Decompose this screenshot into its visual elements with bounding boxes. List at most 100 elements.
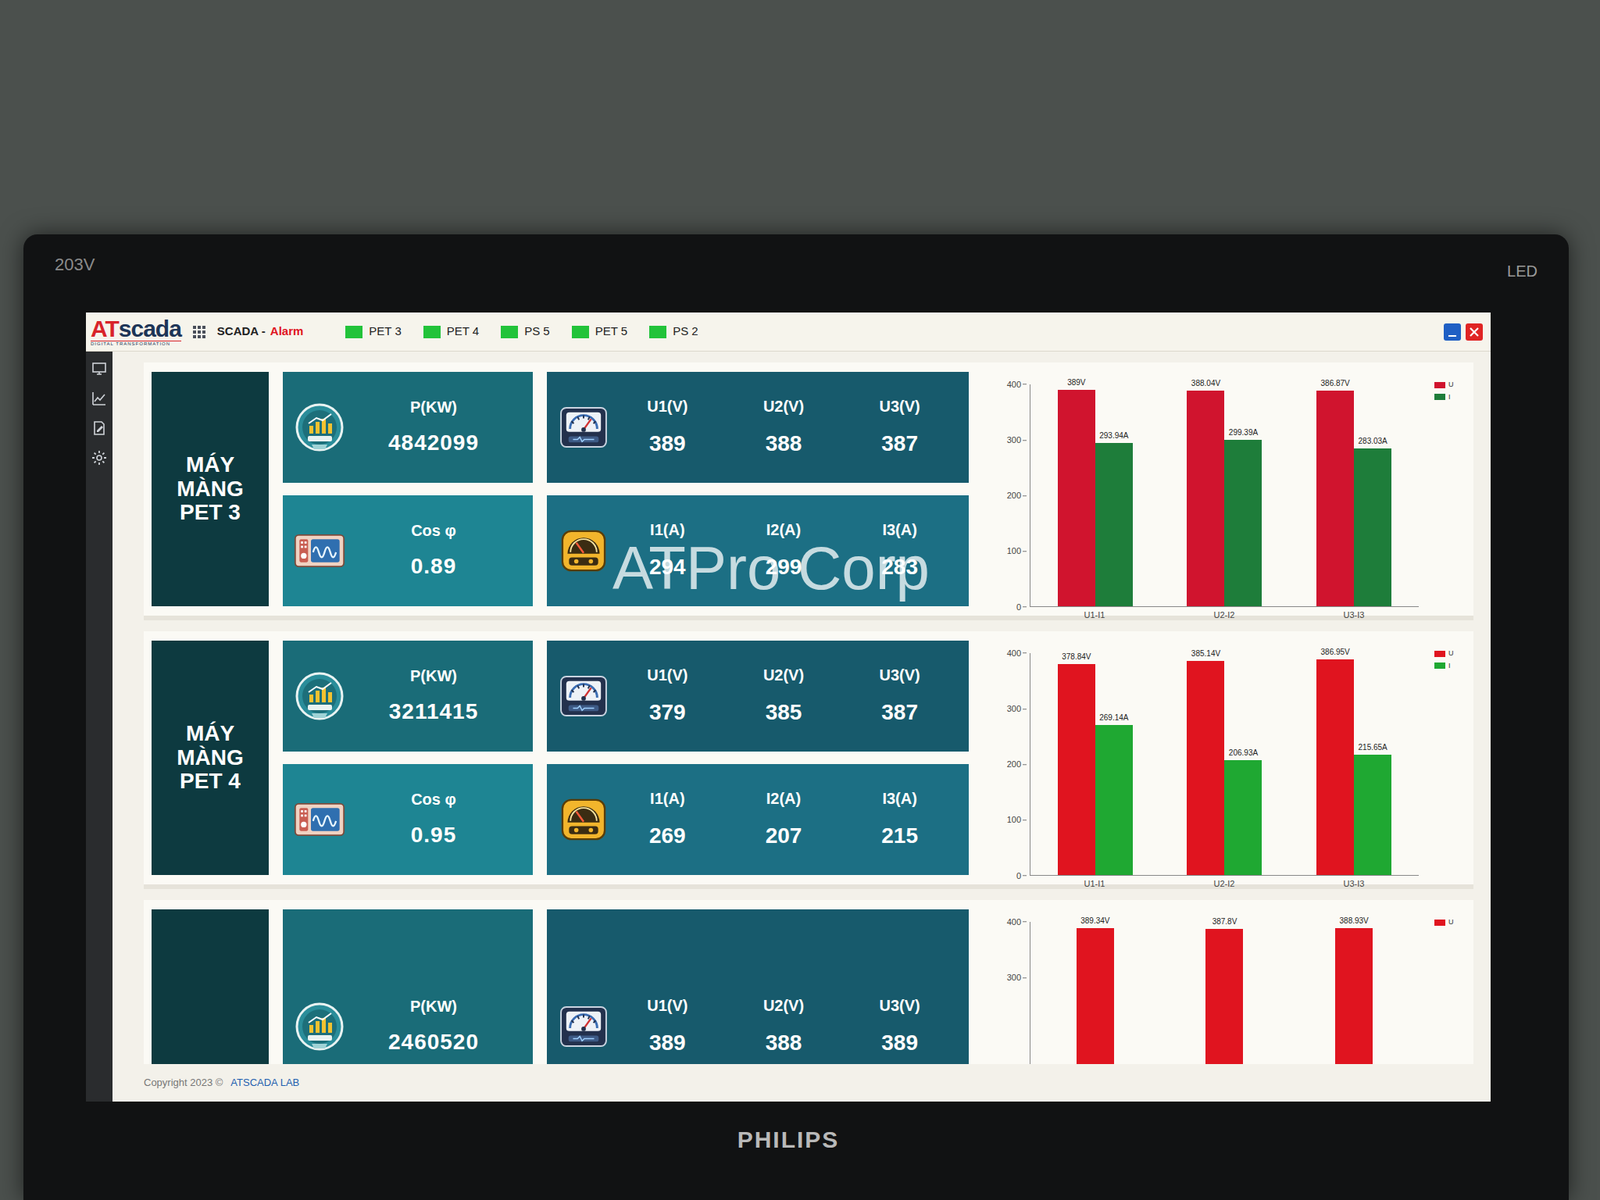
- phase-column-group: U1(V)389U2(V)388U3(V)387I1(A)294I2(A)299…: [546, 371, 969, 607]
- phase-value: 299: [765, 550, 803, 584]
- phase-values: I1(A)269I2(A)207I3(A)215: [609, 786, 958, 853]
- minimize-button[interactable]: [1443, 323, 1461, 341]
- phase-value: 388: [765, 1026, 803, 1060]
- power-column: P(KW)4842099Cos φ0.89: [282, 371, 533, 607]
- tab[interactable]: PET 4: [423, 322, 479, 341]
- plot-area: 389V293.94A 388.04V299.39A 386.87V283.03A: [1029, 384, 1419, 608]
- phase-value: 389: [649, 1026, 686, 1060]
- x-label: U3-I3: [1316, 877, 1392, 891]
- phase-values: U1(V)389U2(V)388U3(V)389: [609, 993, 958, 1060]
- voltmeter-icon: [557, 401, 610, 454]
- bar: 387.8V: [1205, 928, 1243, 1065]
- metric-label: Cos φ: [410, 518, 457, 543]
- legend-swatch: [1434, 662, 1446, 669]
- bar-value-label: 293.94A: [1099, 429, 1129, 442]
- tab[interactable]: PET 3: [345, 322, 401, 341]
- monitor-brand: PHILIPS: [737, 1121, 840, 1158]
- bar: 283.03A: [1353, 448, 1392, 607]
- screen: ATscadaDIGITAL TRANSFORMATIONSCADA -Alar…: [85, 312, 1491, 1102]
- sidebar-button[interactable]: [89, 389, 109, 408]
- tick-label: 300: [1007, 971, 1022, 985]
- phase-value: 385: [765, 696, 803, 729]
- tab[interactable]: PS 2: [649, 322, 699, 341]
- bar: 389.34V: [1076, 928, 1115, 1065]
- tab[interactable]: PS 5: [500, 322, 550, 341]
- phase-card: I1(A)294I2(A)299I3(A)283: [546, 495, 969, 607]
- scada-menu[interactable]: SCADA -: [217, 322, 266, 341]
- main: MÁY MÀNG PET 3P(KW)4842099Cos φ0.89U1(V)…: [112, 351, 1491, 1102]
- y-tick: 400: [1007, 646, 1027, 661]
- chart-icon: [91, 390, 108, 407]
- chart-body: 0100200300400378.84V269.14A385.14V206.93…: [998, 640, 1466, 876]
- phase-value: 389: [649, 427, 686, 461]
- metric-value: 3211415: [389, 695, 479, 729]
- wall: 203VLEDATscadaDIGITAL TRANSFORMATIONSCAD…: [0, 0, 1600, 1200]
- monitor-bezel: 203VLEDATscadaDIGITAL TRANSFORMATIONSCAD…: [23, 234, 1569, 1200]
- tab-label: PS 5: [524, 322, 550, 341]
- phase-label: U3(V): [879, 993, 921, 1018]
- legend-item: U: [1434, 379, 1454, 391]
- phase-values: I1(A)294I2(A)299I3(A)283: [609, 517, 958, 584]
- legend-label: I: [1448, 660, 1451, 672]
- y-tick: 200: [1007, 489, 1027, 503]
- phase-column: U1(V)389: [609, 394, 726, 461]
- metric-text: Cos φ0.89: [345, 518, 522, 583]
- power-column: P(KW)3211415Cos φ0.95: [282, 640, 533, 875]
- tick-mark: [1022, 439, 1027, 441]
- status-indicator: [649, 325, 667, 339]
- bar-group: 389V293.94A: [1057, 384, 1133, 607]
- y-tick: 300: [1007, 971, 1027, 985]
- metric-value: 2460520: [388, 1025, 479, 1059]
- sidebar-button[interactable]: [89, 448, 109, 468]
- bar-group: 387.8V: [1205, 921, 1243, 1065]
- phase-label: U2(V): [763, 663, 804, 687]
- bar: 215.65A: [1353, 754, 1392, 875]
- tab-label: PET 4: [446, 322, 479, 341]
- tab-label: PS 2: [672, 322, 699, 341]
- bar-group: 386.87V283.03A: [1316, 384, 1392, 607]
- tab[interactable]: PET 5: [571, 322, 628, 341]
- status-indicator: [571, 325, 590, 339]
- alarm-link[interactable]: Alarm: [270, 322, 304, 341]
- metric-label: Cos φ: [410, 787, 457, 811]
- close-button[interactable]: [1465, 323, 1483, 341]
- footer-lab: ATSCADA LAB: [230, 1075, 300, 1091]
- sidebar-button[interactable]: [89, 418, 109, 438]
- metric-label: P(KW): [410, 664, 458, 688]
- bar-chart: 300400389.34V387.8V388.93VU: [982, 909, 1466, 1065]
- x-label: U2-I2: [1186, 877, 1262, 891]
- close-icon: [1469, 327, 1479, 337]
- y-tick: 0: [1016, 869, 1027, 883]
- tick-label: 400: [1007, 915, 1022, 929]
- tick-mark: [1022, 921, 1027, 923]
- phase-value: 388: [765, 427, 803, 461]
- bar-value-label: 299.39A: [1228, 426, 1258, 439]
- monitor-icon: [91, 360, 108, 377]
- metric-card: P(KW) 3211415: [282, 640, 533, 752]
- legend-label: I: [1448, 392, 1451, 404]
- metric-label: P(KW): [410, 994, 458, 1018]
- tick-label: 0: [1016, 600, 1022, 615]
- bar-value-label: 283.03A: [1358, 435, 1388, 447]
- ammeter-icon: [557, 793, 610, 846]
- phase-value: 215: [881, 819, 918, 853]
- bar-group: 389.34V: [1076, 921, 1115, 1065]
- phase-column: I1(A)294: [609, 517, 726, 584]
- phase-label: U2(V): [763, 394, 804, 418]
- sidebar-button[interactable]: [89, 359, 109, 379]
- phase-label: I3(A): [882, 517, 917, 542]
- bar: 388.04V: [1186, 390, 1225, 607]
- legend-item: U: [1434, 917, 1454, 929]
- y-tick: 100: [1007, 545, 1027, 559]
- gear-icon: [91, 450, 108, 466]
- bar-value-label: 378.84V: [1061, 650, 1091, 663]
- legend-item: U: [1434, 648, 1454, 660]
- phase-value: 283: [881, 550, 918, 584]
- tick-mark: [1022, 607, 1027, 608]
- tick-mark: [1022, 384, 1027, 386]
- x-axis: U1-I1U2-I2U3-I3: [998, 875, 1466, 891]
- phase-value: 389: [881, 1026, 918, 1060]
- legend-label: U: [1448, 917, 1454, 929]
- legend-item: I: [1434, 660, 1451, 672]
- phase-card: I1(A)269I2(A)207I3(A)215: [546, 764, 969, 875]
